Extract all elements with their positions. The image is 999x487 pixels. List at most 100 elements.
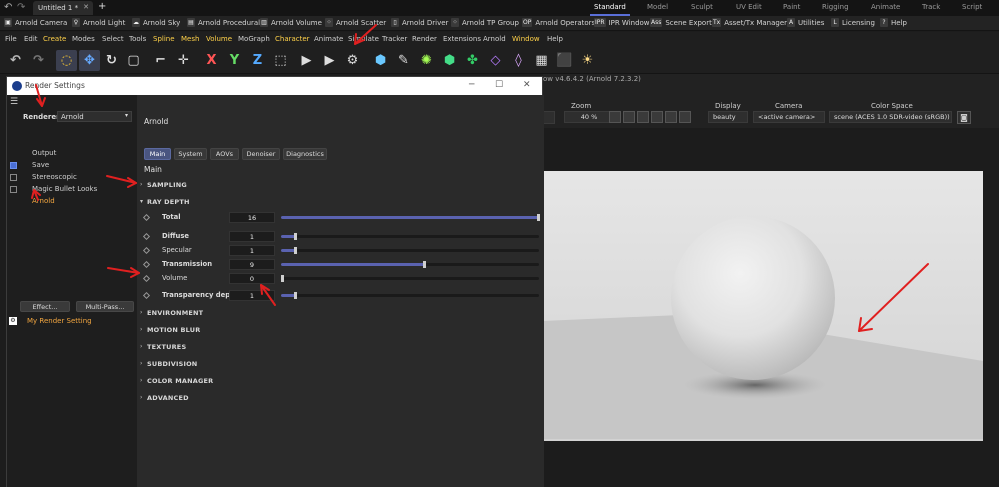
chevron-right-icon[interactable]: › bbox=[140, 343, 142, 350]
param-slider[interactable] bbox=[281, 214, 540, 221]
zoom-field[interactable]: 40 % bbox=[564, 111, 614, 123]
section-header[interactable]: ADVANCED bbox=[147, 394, 189, 402]
axis-icon[interactable]: ✛ bbox=[173, 50, 194, 71]
layout-tab[interactable]: Sculpt bbox=[691, 3, 713, 11]
document-tab[interactable]: Untitled 1 * ✕ bbox=[33, 1, 93, 15]
menu-item[interactable]: Extensions bbox=[443, 35, 481, 43]
side-checkbox[interactable] bbox=[10, 186, 17, 193]
layout-tab[interactable]: Paint bbox=[783, 3, 800, 11]
layout-tab[interactable]: Track bbox=[922, 3, 940, 11]
x-axis-icon[interactable]: X bbox=[201, 50, 222, 71]
param-slider[interactable] bbox=[281, 292, 539, 299]
chevron-down-icon[interactable]: ▾ bbox=[140, 198, 143, 205]
tab-aovs[interactable]: AOVs bbox=[210, 148, 239, 160]
menu-item[interactable]: MoGraph bbox=[238, 35, 270, 43]
menu-item[interactable]: Help bbox=[547, 35, 563, 43]
menu-item[interactable]: Arnold bbox=[483, 35, 506, 43]
menu-item[interactable]: Tools bbox=[129, 35, 146, 43]
menu-item[interactable]: Spline bbox=[153, 35, 175, 43]
render-region-icon[interactable]: ▶ bbox=[296, 50, 317, 71]
layout-tab[interactable]: Animate bbox=[871, 3, 900, 11]
live-select-icon[interactable]: ◌ bbox=[56, 50, 77, 71]
param-value-field[interactable]: 0 bbox=[229, 273, 275, 284]
crop-icon[interactable] bbox=[623, 111, 635, 123]
plugin-button[interactable]: L Licensing bbox=[831, 18, 875, 27]
menu-item[interactable]: Volume bbox=[206, 35, 232, 43]
pencil-icon[interactable] bbox=[679, 111, 691, 123]
slider-handle[interactable] bbox=[423, 261, 427, 268]
plugin-button[interactable]: ▣ Arnold Camera bbox=[4, 18, 67, 27]
light-icon[interactable]: ☀ bbox=[577, 50, 598, 71]
keyframe-diamond-icon[interactable] bbox=[142, 232, 151, 241]
y-axis-icon[interactable]: Y bbox=[224, 50, 245, 71]
section-header[interactable]: ENVIRONMENT bbox=[147, 309, 203, 317]
grid-icon[interactable] bbox=[651, 111, 663, 123]
slider-handle[interactable] bbox=[294, 247, 298, 254]
param-value-field[interactable]: 1 bbox=[229, 245, 275, 256]
camera-dropdown[interactable]: <active camera> bbox=[753, 111, 825, 123]
tab-diagnostics[interactable]: Diagnostics bbox=[283, 148, 327, 160]
menu-item[interactable]: Edit bbox=[24, 35, 38, 43]
my-render-setting-item[interactable]: My Render Setting bbox=[27, 317, 92, 325]
plugin-button[interactable]: A Utilities bbox=[787, 18, 824, 27]
color-picker-icon[interactable] bbox=[665, 111, 677, 123]
camera-snapshot-icon[interactable]: ◙ bbox=[957, 111, 971, 124]
cube-icon[interactable]: ⬢ bbox=[370, 50, 391, 71]
slider-handle[interactable] bbox=[294, 233, 298, 240]
left-field[interactable] bbox=[543, 111, 555, 124]
sidebar-item[interactable]: Output bbox=[32, 149, 56, 157]
snap-icon[interactable]: ⌐ bbox=[150, 50, 171, 71]
new-tab-button[interactable]: + bbox=[98, 1, 106, 12]
layout-tab[interactable]: Script bbox=[962, 3, 982, 11]
menu-item[interactable]: Animate bbox=[314, 35, 343, 43]
keyframe-diamond-icon[interactable] bbox=[142, 274, 151, 283]
chevron-right-icon[interactable]: › bbox=[140, 309, 142, 316]
snapshot-icon[interactable] bbox=[609, 111, 621, 123]
param-slider[interactable] bbox=[281, 275, 539, 282]
extrude-icon[interactable]: ⬢ bbox=[439, 50, 460, 71]
param-value-field[interactable]: 16 bbox=[229, 212, 275, 223]
sidebar-item[interactable]: Save bbox=[32, 161, 49, 169]
chevron-right-icon[interactable]: › bbox=[140, 181, 142, 188]
layout-tab[interactable]: Standard bbox=[594, 3, 626, 11]
section-header[interactable]: TEXTURES bbox=[147, 343, 186, 351]
plugin-button[interactable]: ▯ Arnold Driver bbox=[391, 18, 448, 27]
render-view-icon[interactable]: ▶ bbox=[319, 50, 340, 71]
sidebar-item[interactable]: Magic Bullet Looks bbox=[32, 185, 97, 193]
render-settings-icon[interactable]: ⚙ bbox=[342, 50, 363, 71]
field-icon[interactable]: ◊ bbox=[508, 50, 529, 71]
section-header[interactable]: COLOR MANAGER bbox=[147, 377, 213, 385]
menu-item[interactable]: Tracker bbox=[382, 35, 407, 43]
keyframe-diamond-icon[interactable] bbox=[142, 246, 151, 255]
display-dropdown[interactable]: beauty bbox=[708, 111, 748, 123]
slider-handle[interactable] bbox=[537, 214, 540, 221]
param-value-field[interactable]: 9 bbox=[229, 259, 275, 270]
param-value-field[interactable]: 1 bbox=[229, 231, 275, 242]
menu-item[interactable]: File bbox=[5, 35, 17, 43]
section-header[interactable]: SAMPLING bbox=[147, 181, 187, 189]
tab-denoiser[interactable]: Denoiser bbox=[242, 148, 280, 160]
plugin-button[interactable]: ▤ Arnold Procedural bbox=[187, 18, 260, 27]
z-axis-icon[interactable]: Z bbox=[247, 50, 268, 71]
plugin-button[interactable]: OP Arnold Operators bbox=[522, 18, 595, 27]
chevron-right-icon[interactable]: › bbox=[140, 326, 142, 333]
camera-icon[interactable]: ⬛ bbox=[554, 50, 575, 71]
menu-item[interactable]: Mesh bbox=[181, 35, 199, 43]
section-header[interactable]: SUBDIVISION bbox=[147, 360, 197, 368]
keyframe-diamond-icon[interactable] bbox=[142, 213, 151, 222]
render-viewport[interactable] bbox=[543, 128, 999, 487]
minimize-icon[interactable]: ─ bbox=[469, 80, 474, 90]
slider-handle[interactable] bbox=[281, 275, 284, 282]
menu-item[interactable]: Modes bbox=[72, 35, 95, 43]
plugin-button[interactable]: ? Help bbox=[880, 18, 907, 27]
chevron-right-icon[interactable]: › bbox=[140, 377, 142, 384]
renderer-dropdown[interactable]: Arnold ▾ bbox=[57, 111, 132, 122]
param-slider[interactable] bbox=[281, 247, 539, 254]
forward-icon[interactable]: ↷ bbox=[17, 2, 25, 13]
plugin-button[interactable]: IPR IPR Window bbox=[594, 18, 650, 27]
plugin-button[interactable]: ☁ Arnold Sky bbox=[132, 18, 180, 27]
close-tab-icon[interactable]: ✕ bbox=[83, 3, 89, 11]
render-settings-titlebar[interactable]: Render Settings ─ ☐ ✕ bbox=[7, 77, 542, 95]
keyframe-diamond-icon[interactable] bbox=[142, 291, 151, 300]
side-checkbox[interactable] bbox=[10, 162, 17, 169]
